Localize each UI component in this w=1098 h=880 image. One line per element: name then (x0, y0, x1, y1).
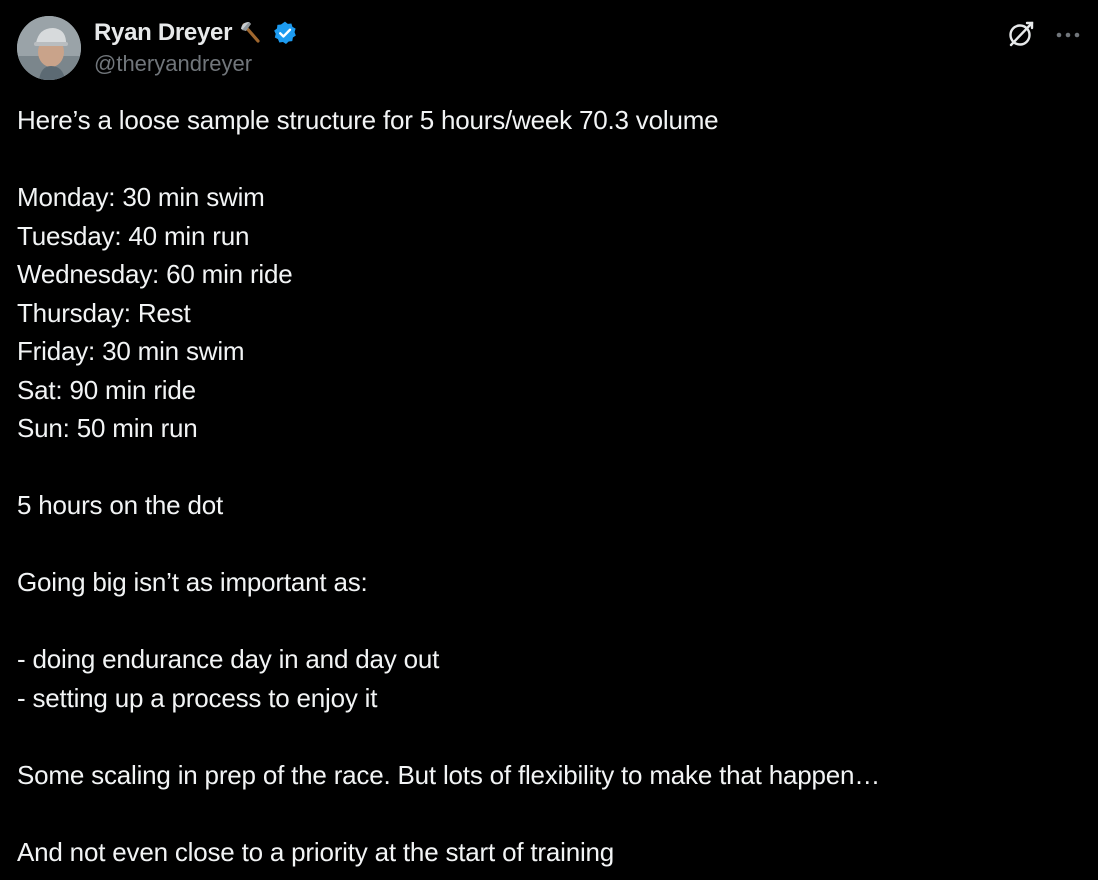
summary-text: 5 hours on the dot (17, 490, 223, 520)
display-name-row: Ryan Dreyer (94, 18, 298, 48)
author-handle[interactable]: @theryandreyer (94, 51, 298, 77)
author-block: Ryan Dreyer @theryandreyer (94, 18, 298, 77)
intro-text: Here’s a loose sample structure for 5 ho… (17, 105, 719, 135)
tweet-card: Ryan Dreyer @theryandreyer Here’s a loos… (0, 0, 1098, 880)
schedule-item: Friday: 30 min swim (17, 336, 245, 366)
grok-icon[interactable] (1007, 20, 1035, 48)
schedule-item: Tuesday: 40 min run (17, 220, 250, 251)
closing-text: And not even close to a priority at the … (17, 836, 615, 867)
point-item: - doing endurance day in and day out (17, 644, 440, 674)
avatar-image (17, 16, 81, 80)
verified-badge-icon (272, 20, 298, 46)
more-options-icon[interactable] (1055, 28, 1081, 40)
avatar[interactable] (17, 16, 81, 80)
schedule-item: Sun: 50 min run (17, 413, 198, 443)
scaling-text: Some scaling in prep of the race. But lo… (17, 759, 881, 790)
schedule-item: Monday: 30 min swim (17, 182, 265, 212)
tweet-header: Ryan Dreyer @theryandreyer (17, 16, 1081, 82)
schedule-item: Wednesday: 60 min ride (17, 259, 293, 289)
point-intro-text: Going big isn’t as important as: (17, 567, 368, 597)
schedule-item: Thursday: Rest (17, 297, 191, 328)
display-name[interactable]: Ryan Dreyer (94, 19, 232, 47)
tweet-text: Here’s a loose sample structure for 5 ho… (17, 101, 1077, 871)
point-item: - setting up a process to enjoy it (17, 682, 378, 713)
axe-icon (238, 20, 268, 46)
schedule-item: Sat: 90 min ride (17, 374, 196, 405)
